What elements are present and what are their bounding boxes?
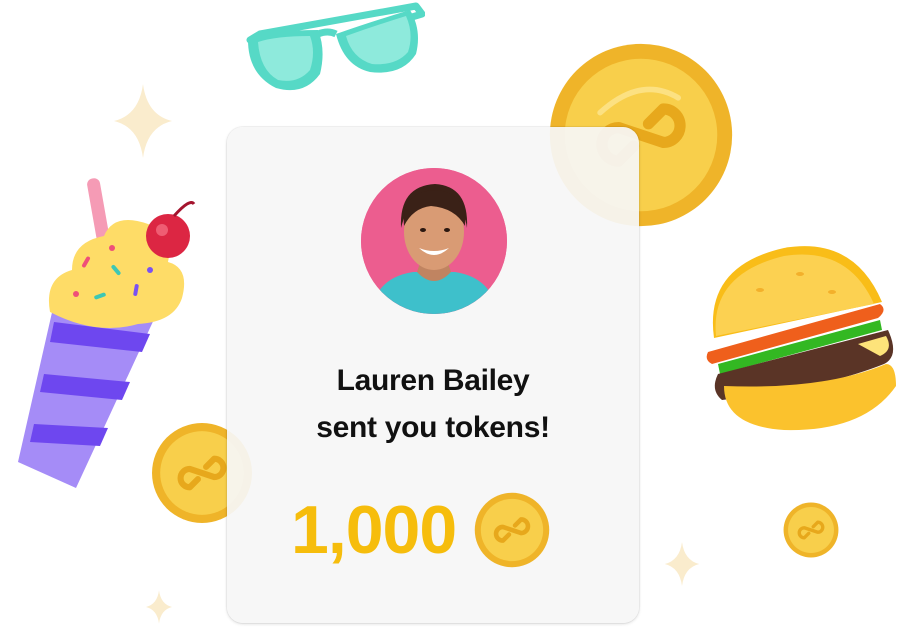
token-amount: 1,000 <box>291 492 457 568</box>
sunglasses-icon <box>240 0 425 95</box>
sparkle-icon <box>664 542 700 586</box>
token-amount-row: 1,000 <box>291 489 550 571</box>
avatar <box>361 168 507 314</box>
message-text: sent you tokens! <box>316 411 550 444</box>
token-notification-card: Lauren Bailey sent you tokens! 1,000 <box>227 127 639 623</box>
sender-name: Lauren Bailey <box>336 364 530 397</box>
sparkle-icon <box>146 590 172 624</box>
burger-icon <box>704 240 898 436</box>
coin-icon <box>783 502 839 558</box>
notification-message: Lauren Bailey sent you tokens! <box>227 357 639 451</box>
sparkle-icon <box>114 84 172 158</box>
token-coin-icon <box>474 492 550 568</box>
